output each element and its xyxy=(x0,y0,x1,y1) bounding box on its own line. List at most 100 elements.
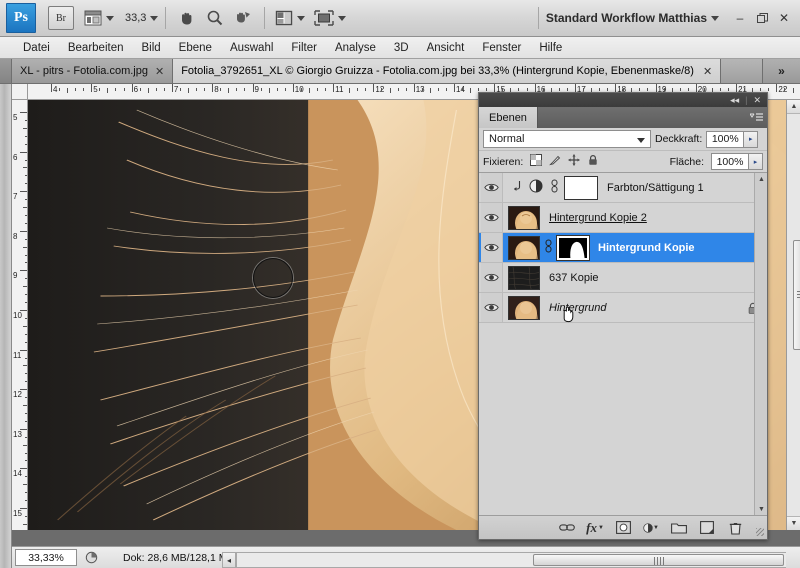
layer-row-hintergrund-kopie[interactable]: Hintergrund Kopie xyxy=(479,233,767,263)
vertical-scroll-thumb[interactable] xyxy=(793,240,800,350)
screen-mode-icon[interactable] xyxy=(314,6,347,30)
layer-name-label[interactable]: 637 Kopie xyxy=(549,272,599,284)
hand-tool-icon[interactable] xyxy=(176,6,198,30)
ruler-label: 5 xyxy=(13,113,18,122)
new-layer-button[interactable] xyxy=(699,520,715,536)
panel-collapse-icon[interactable]: ◂◂ xyxy=(730,95,739,106)
add-layer-mask-button[interactable] xyxy=(615,520,631,536)
layer-name-label[interactable]: Farbton/Sättigung 1 xyxy=(607,182,704,194)
layer-list[interactable]: Farbton/Sättigung 1 Hintergrund Kopie 2 … xyxy=(479,173,767,515)
position-lock-icon[interactable] xyxy=(568,154,580,169)
workspace-chevron-down-icon[interactable] xyxy=(711,15,719,21)
layer-thumbnail[interactable] xyxy=(508,205,540,230)
tab-ebenen[interactable]: Ebenen xyxy=(479,107,538,128)
document-tab-1[interactable]: XL - pitrs - Fotolia.com.jpg ✕ xyxy=(12,59,174,83)
blend-mode-select[interactable]: Normal xyxy=(483,130,651,148)
chevron-down-icon[interactable] xyxy=(106,15,114,21)
workspace-switcher-label[interactable]: Standard Workflow Matthias xyxy=(546,11,707,25)
screenmode-chevron-down-icon[interactable] xyxy=(338,15,347,21)
bridge-button[interactable]: Br xyxy=(48,6,74,30)
canvas-horizontal-scrollbar[interactable]: ◂ xyxy=(222,552,786,568)
layer-row-hintergrund-kopie-2[interactable]: Hintergrund Kopie 2 xyxy=(479,203,767,233)
panel-scroll-up-icon[interactable]: ▲ xyxy=(755,173,767,185)
menu-ebene[interactable]: Ebene xyxy=(170,40,221,56)
document-tab-overflow-button[interactable]: » xyxy=(762,59,800,83)
blend-mode-chevron-down-icon[interactable] xyxy=(637,138,645,143)
all-lock-icon[interactable] xyxy=(587,154,599,169)
mask-link-icon[interactable] xyxy=(550,179,559,196)
document-tab-1-close-icon[interactable]: ✕ xyxy=(155,65,164,78)
opacity-input[interactable]: 100% xyxy=(706,130,745,148)
mask-link-icon[interactable] xyxy=(544,239,553,256)
layer-row-hintergrund[interactable]: Hintergrund xyxy=(479,293,767,323)
layer-thumbnail[interactable] xyxy=(508,235,540,260)
scroll-up-arrow-icon[interactable]: ▲ xyxy=(787,100,800,114)
layer-mask-thumbnail-white[interactable] xyxy=(564,175,598,200)
transparency-lock-icon[interactable] xyxy=(530,154,543,169)
restore-button[interactable] xyxy=(751,7,773,29)
layer-visibility-toggle[interactable] xyxy=(481,173,503,202)
menu-ansicht[interactable]: Ansicht xyxy=(418,40,474,56)
hscroll-track[interactable] xyxy=(236,552,786,568)
layer-name-label[interactable]: Hintergrund Kopie xyxy=(598,242,695,254)
scroll-down-arrow-icon[interactable]: ▼ xyxy=(787,516,800,530)
layer-name-label[interactable]: Hintergrund xyxy=(549,302,606,314)
zoom-percentage-input[interactable]: 33,33% xyxy=(15,549,77,566)
layer-visibility-toggle[interactable] xyxy=(481,203,503,232)
menu-datei[interactable]: Datei xyxy=(14,40,59,56)
layer-visibility-toggle[interactable] xyxy=(481,233,503,262)
fill-input[interactable]: 100% xyxy=(711,153,749,170)
layer-thumbnail[interactable] xyxy=(508,295,540,320)
menu-bild[interactable]: Bild xyxy=(132,40,169,56)
minimize-button[interactable]: – xyxy=(729,7,751,29)
arrange-chevron-down-icon[interactable] xyxy=(297,15,306,21)
hscroll-left-arrow-icon[interactable]: ◂ xyxy=(222,552,236,568)
delete-layer-button[interactable] xyxy=(727,520,743,536)
layer-name-label[interactable]: Hintergrund Kopie 2 xyxy=(549,212,647,224)
layer-thumbnail[interactable] xyxy=(508,265,540,290)
panel-close-icon[interactable]: ✕ xyxy=(753,95,761,106)
fill-spinner-icon[interactable]: ▸ xyxy=(749,153,763,170)
menu-bearbeiten[interactable]: Bearbeiten xyxy=(59,40,133,56)
canvas-vertical-scrollbar[interactable]: ▲ ▼ xyxy=(786,100,800,530)
menu-hilfe[interactable]: Hilfe xyxy=(530,40,571,56)
ruler-tick xyxy=(695,84,697,92)
layer-style-button[interactable]: fx ▼ xyxy=(586,520,604,536)
layer-row-farbton-saettigung-1[interactable]: Farbton/Sättigung 1 xyxy=(479,173,767,203)
zoom-chevron-down-icon[interactable] xyxy=(150,15,159,21)
new-adjustment-layer-button[interactable]: ▼ xyxy=(643,520,659,536)
layer-visibility-toggle[interactable] xyxy=(481,263,503,292)
menu-3d[interactable]: 3D xyxy=(385,40,418,56)
thumbnail-portrait xyxy=(509,236,539,259)
paint-lock-icon[interactable] xyxy=(549,154,561,169)
menu-auswahl[interactable]: Auswahl xyxy=(221,40,282,56)
menu-fenster[interactable]: Fenster xyxy=(473,40,530,56)
ruler-corner[interactable] xyxy=(12,84,28,100)
arrange-documents-icon[interactable] xyxy=(275,6,306,30)
layer-row-637-kopie[interactable]: 637 Kopie xyxy=(479,263,767,293)
document-tab-2-close-icon[interactable]: ✕ xyxy=(703,65,712,78)
panel-menu-icon[interactable] xyxy=(745,107,767,128)
menu-filter[interactable]: Filter xyxy=(282,40,326,56)
layer-mask-thumbnail[interactable] xyxy=(556,234,590,261)
zoom-tool-icon[interactable] xyxy=(204,6,226,30)
status-preview-icon[interactable] xyxy=(81,549,101,566)
layers-panel-scrollbar[interactable]: ▲ ▼ xyxy=(754,173,767,515)
close-button[interactable]: ✕ xyxy=(773,7,795,29)
zoom-level-value[interactable]: 33,3 xyxy=(125,12,146,24)
horizontal-scroll-thumb[interactable] xyxy=(533,554,784,566)
document-tab-2[interactable]: Fotolia_3792651_XL © Giorgio Gruizza - F… xyxy=(173,59,722,83)
panel-scroll-down-icon[interactable]: ▼ xyxy=(755,503,767,515)
layer-visibility-toggle[interactable] xyxy=(481,293,503,322)
new-group-button[interactable] xyxy=(671,520,687,536)
ruler-minor-tick xyxy=(744,88,746,91)
link-layers-button[interactable] xyxy=(559,520,575,536)
ruler-label: 8 xyxy=(214,85,219,94)
panel-resize-grip[interactable] xyxy=(756,528,764,536)
panel-title-bar[interactable]: ◂◂ | ✕ xyxy=(479,93,767,107)
opacity-spinner-icon[interactable]: ▸ xyxy=(744,130,759,148)
vertical-ruler[interactable]: 5678910111213141516 xyxy=(12,100,28,530)
rotate-view-tool-icon[interactable] xyxy=(232,6,254,30)
menu-analyse[interactable]: Analyse xyxy=(326,40,385,56)
mini-bridge-icon[interactable] xyxy=(84,6,114,30)
